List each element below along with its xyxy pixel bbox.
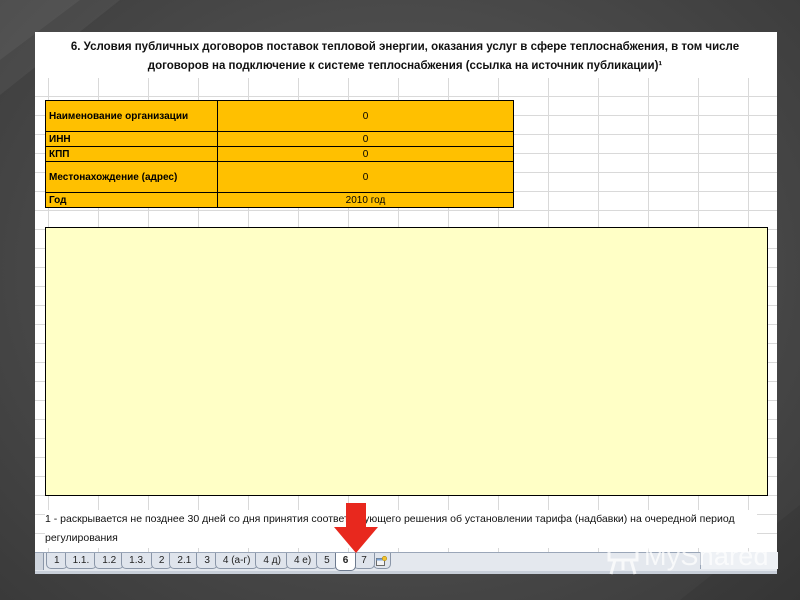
sheet-tab[interactable]: 4 е) <box>285 553 320 569</box>
sheet-tab[interactable]: 2.1 <box>169 553 200 569</box>
sheet-tab[interactable]: 4 д) <box>255 553 289 569</box>
info-value[interactable]: 2010 год <box>217 192 514 208</box>
info-value[interactable]: 0 <box>217 100 514 132</box>
info-value[interactable]: 0 <box>217 131 514 147</box>
watermark-logo: MyShared <box>605 536 769 576</box>
sheet-tab[interactable]: 1.2 <box>94 553 125 569</box>
table-row: Местонахождение (адрес) 0 <box>45 161 514 193</box>
table-row: КПП 0 <box>45 146 514 162</box>
info-value[interactable]: 0 <box>217 161 514 193</box>
table-row: ИНН 0 <box>45 131 514 147</box>
table-row: Наименование организации 0 <box>45 100 514 132</box>
tab-scroll-button[interactable] <box>35 553 44 570</box>
sheet-tab[interactable]: 1.3. <box>121 553 154 569</box>
spreadsheet-area: 6. Условия публичных договоров поставок … <box>35 32 777 573</box>
info-label[interactable]: КПП <box>45 146 218 162</box>
organization-info-table: Наименование организации 0 ИНН 0 КПП 0 М… <box>45 100 514 208</box>
info-label[interactable]: Местонахождение (адрес) <box>45 161 218 193</box>
table-row: Год 2010 год <box>45 192 514 208</box>
presentation-board-icon <box>606 538 640 575</box>
sheet-tab[interactable]: 7 <box>353 553 375 569</box>
sheet-tab[interactable]: 1.1. <box>64 553 98 569</box>
sheet-title: 6. Условия публичных договоров поставок … <box>70 41 740 72</box>
sheet-tab-active[interactable]: 6 <box>334 553 357 571</box>
insert-sheet-icon[interactable] <box>372 553 391 569</box>
info-label[interactable]: Год <box>45 192 218 208</box>
logo-text: MyShared <box>644 540 769 571</box>
info-label[interactable]: Наименование организации <box>45 100 218 132</box>
info-value[interactable]: 0 <box>217 146 514 162</box>
sheet-tab[interactable]: 4 (а-г) <box>214 553 259 569</box>
info-label[interactable]: ИНН <box>45 131 218 147</box>
red-down-arrow-icon <box>334 503 378 553</box>
content-input-cell[interactable] <box>45 227 768 496</box>
